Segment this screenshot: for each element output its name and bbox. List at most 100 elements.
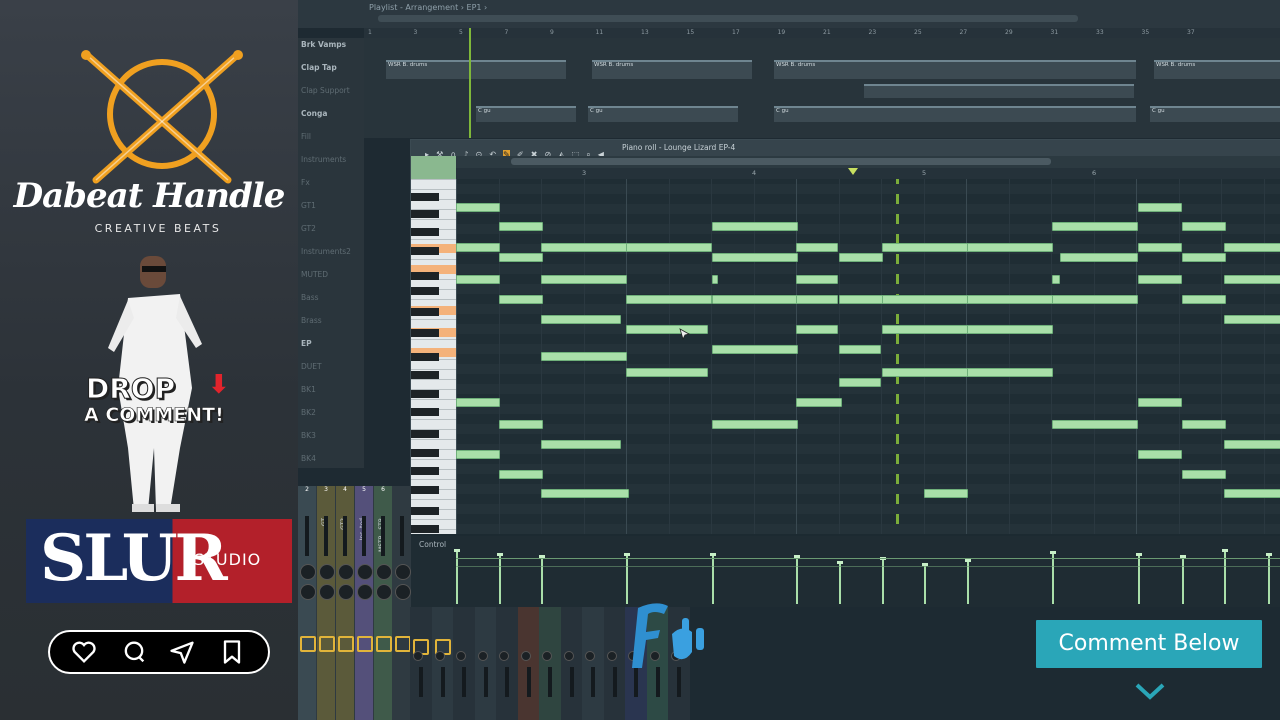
track-label[interactable]: GT2 [301, 224, 316, 233]
midi-note[interactable] [626, 368, 708, 377]
mixer-knob[interactable] [499, 651, 509, 661]
mixer-knob[interactable] [413, 651, 423, 661]
black-key[interactable] [411, 408, 439, 416]
midi-note[interactable] [1182, 420, 1226, 429]
playlist-scrollbar[interactable] [378, 15, 1078, 22]
midi-note[interactable] [967, 295, 1053, 304]
playlist-clip[interactable] [864, 84, 1134, 98]
black-key[interactable] [411, 193, 439, 201]
velocity-bar[interactable] [967, 562, 969, 604]
track-label[interactable]: EP [301, 339, 312, 348]
velocity-bar[interactable] [1224, 552, 1226, 604]
playhead-marker-icon[interactable] [848, 168, 858, 175]
midi-note[interactable] [626, 295, 712, 304]
playlist-grid[interactable]: WSR B. drums WSR B. drums WSR B. drums WSR … [364, 38, 1280, 138]
midi-note[interactable] [712, 420, 798, 429]
velocity-bar[interactable] [1268, 556, 1270, 604]
mixer-fader[interactable] [591, 667, 595, 697]
black-key[interactable] [411, 449, 439, 457]
track-label[interactable]: Clap Tap [301, 63, 337, 72]
midi-note[interactable] [456, 243, 500, 252]
velocity-bar[interactable] [1182, 558, 1184, 604]
velocity-bar[interactable] [796, 558, 798, 604]
mixer-knob[interactable] [520, 651, 531, 661]
mixer-knob[interactable] [434, 651, 445, 661]
mixer-knob[interactable] [338, 584, 354, 600]
mixer-fader[interactable] [569, 667, 574, 697]
track-label[interactable]: MUTED [301, 270, 328, 279]
playlist-playhead[interactable] [469, 28, 471, 138]
event-control-panel[interactable]: Control [411, 536, 1280, 608]
mixer-knob[interactable] [300, 584, 316, 600]
playlist-clip[interactable]: WSR B. drums [774, 60, 1136, 79]
black-key[interactable] [411, 467, 439, 475]
track-label[interactable]: Fx [301, 178, 310, 187]
mixer-fader[interactable] [324, 516, 328, 556]
velocity-bar[interactable] [456, 552, 458, 604]
midi-note[interactable] [1138, 243, 1182, 252]
mixer-knob[interactable] [542, 651, 552, 661]
mixer-fader[interactable] [419, 667, 423, 697]
midi-note[interactable] [541, 352, 627, 361]
midi-note[interactable] [712, 295, 798, 304]
mixer-knob[interactable] [357, 584, 373, 600]
mixer-knob[interactable] [585, 651, 595, 661]
midi-note[interactable] [499, 470, 543, 479]
piano-roll-scrollbar[interactable] [411, 156, 1280, 168]
comment-icon[interactable] [120, 638, 148, 666]
midi-note[interactable] [839, 378, 881, 387]
midi-note[interactable] [1138, 275, 1182, 284]
velocity-cap[interactable] [837, 561, 843, 564]
comment-below-button[interactable]: Comment Below [1036, 620, 1262, 668]
midi-note[interactable] [541, 243, 627, 252]
midi-note[interactable] [499, 420, 543, 429]
mixer-lower-strip[interactable] [603, 607, 627, 720]
velocity-bar[interactable] [712, 556, 714, 604]
mixer-knob[interactable] [456, 651, 466, 661]
velocity-cap[interactable] [710, 553, 716, 556]
heart-icon[interactable] [70, 638, 98, 666]
track-label[interactable]: Clap Support [301, 86, 350, 95]
playlist-clip[interactable]: WSR B. drums [592, 60, 752, 79]
black-key[interactable] [411, 525, 439, 533]
piano-roll-grid[interactable] [456, 179, 1280, 534]
midi-note[interactable] [967, 368, 1053, 377]
midi-note[interactable] [1052, 295, 1138, 304]
midi-note[interactable] [882, 295, 968, 304]
midi-note[interactable] [1182, 470, 1226, 479]
midi-note[interactable] [796, 325, 838, 334]
midi-note[interactable] [1052, 420, 1138, 429]
track-label[interactable]: DUET [301, 362, 322, 371]
velocity-cap[interactable] [454, 549, 460, 552]
velocity-cap[interactable] [965, 559, 971, 562]
black-key[interactable] [411, 247, 439, 255]
velocity-bar[interactable] [499, 556, 501, 604]
midi-note[interactable] [1224, 489, 1280, 498]
midi-note[interactable] [712, 222, 798, 231]
midi-note[interactable] [796, 295, 838, 304]
mixer-knob[interactable] [395, 564, 411, 580]
midi-note[interactable] [882, 325, 968, 334]
midi-note[interactable] [712, 345, 798, 354]
playlist-clip[interactable]: WSR B. drums [386, 60, 566, 79]
playlist-clip[interactable]: C gu [774, 106, 1136, 122]
mixer-lower-strip[interactable] [474, 607, 498, 720]
mixer-lower-strip[interactable] [496, 607, 519, 720]
midi-note[interactable] [1052, 222, 1138, 231]
velocity-cap[interactable] [1222, 549, 1228, 552]
midi-note[interactable] [1052, 275, 1060, 284]
velocity-bar[interactable] [924, 566, 926, 604]
mixer-strip[interactable]: 5Ins..ted [355, 486, 373, 720]
mixer-fader[interactable] [440, 667, 445, 697]
track-label[interactable]: Instruments2 [301, 247, 351, 256]
track-label[interactable]: Instruments [301, 155, 346, 164]
mixer-lower-strip[interactable] [453, 607, 476, 720]
velocity-lane[interactable] [454, 544, 1280, 604]
midi-note[interactable] [1224, 440, 1280, 449]
midi-note[interactable] [456, 450, 500, 459]
mixer-route-button[interactable] [395, 636, 411, 652]
playlist-clip[interactable]: C gu [476, 106, 576, 122]
mixer-fader[interactable] [400, 516, 404, 556]
midi-note[interactable] [796, 243, 838, 252]
mixer-knob[interactable] [563, 651, 574, 661]
